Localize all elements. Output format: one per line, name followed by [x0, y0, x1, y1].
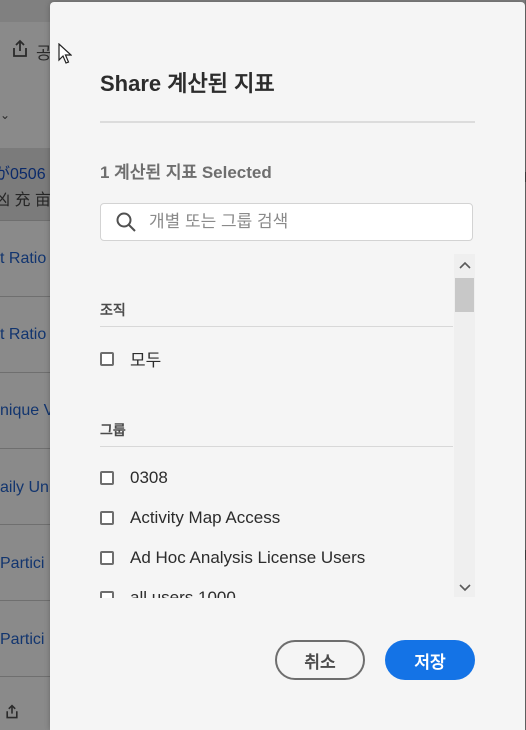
background-row[interactable]: nique V	[0, 402, 52, 420]
background-share-button[interactable]: 공	[10, 38, 52, 64]
section-divider	[100, 326, 453, 327]
background-row[interactable]: Partici	[0, 555, 52, 573]
background-divider	[0, 220, 52, 221]
share-icon	[10, 39, 30, 64]
background-row-title: が0506	[0, 166, 46, 183]
dialog-title: Share 계산된 지표	[100, 71, 275, 96]
list-item[interactable]: Activity Map Access	[100, 508, 280, 528]
background-divider	[0, 448, 52, 449]
checkbox[interactable]	[100, 511, 114, 525]
selected-count: 1 계산된 지표 Selected	[100, 163, 272, 182]
background-row-subtitle: 凶 充 亩	[0, 192, 51, 209]
mouse-cursor-icon	[58, 43, 72, 64]
list-item-label: all users 1000	[130, 588, 236, 598]
list-item[interactable]: all users 1000	[100, 588, 236, 598]
scrollbar-thumb[interactable]	[455, 278, 474, 312]
list-item-label: 모두	[130, 351, 162, 370]
background-row[interactable]: Partici	[0, 631, 52, 649]
share-target-list: 조직 모두 그룹 0308 Activity Map Access Ad Hoc…	[100, 254, 475, 598]
cancel-button[interactable]: 취소	[275, 640, 365, 680]
background-divider	[0, 372, 52, 373]
list-item[interactable]: Ad Hoc Analysis License Users	[100, 548, 365, 568]
title-divider	[100, 121, 475, 123]
search-input[interactable]	[147, 211, 472, 233]
section-divider	[100, 446, 453, 447]
share-dialog: Share 계산된 지표 1 계산된 지표 Selected 조직 모두 그룹 …	[50, 2, 525, 730]
list-item-label: Ad Hoc Analysis License Users	[130, 548, 366, 567]
background-row[interactable]: aily Uni	[0, 479, 52, 497]
background-row[interactable]: t Ratio	[0, 326, 52, 344]
checkbox[interactable]	[100, 471, 114, 485]
section-label-organization: 조직	[100, 302, 126, 318]
chevron-down-icon: ⌄	[0, 108, 11, 122]
background-divider	[0, 676, 52, 677]
background-row[interactable]: t Ratio	[0, 250, 52, 268]
checkbox[interactable]	[100, 351, 114, 366]
list-item-label: Activity Map Access	[130, 508, 281, 527]
scroll-down-arrow-icon[interactable]	[454, 579, 475, 597]
share-icon[interactable]	[4, 704, 20, 725]
list-item-label: 0308	[130, 468, 168, 487]
section-label-groups: 그룹	[100, 422, 126, 438]
background-divider	[0, 296, 52, 297]
search-icon	[115, 211, 137, 233]
save-button[interactable]: 저장	[385, 640, 475, 680]
list-scrollbar[interactable]	[454, 254, 475, 597]
checkbox[interactable]	[100, 591, 114, 598]
checkbox[interactable]	[100, 551, 114, 565]
list-item[interactable]: 모두	[100, 346, 161, 371]
background-divider	[0, 524, 52, 525]
background-selected-row[interactable]: が0506 凶 充 亩	[0, 148, 52, 220]
search-field[interactable]	[100, 203, 473, 241]
background-divider	[0, 600, 52, 601]
scroll-up-arrow-icon[interactable]	[454, 256, 475, 274]
list-item[interactable]: 0308	[100, 468, 168, 488]
